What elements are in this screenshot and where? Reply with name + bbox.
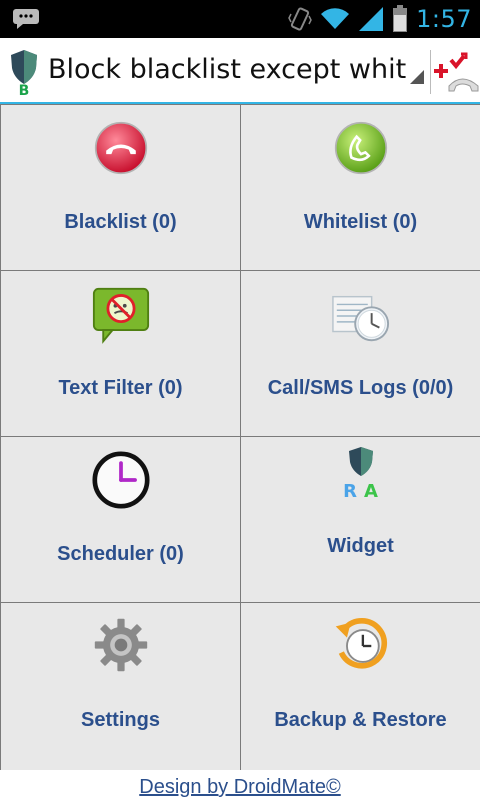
wifi-icon <box>321 8 350 30</box>
tile-label: Text Filter (0) <box>58 377 183 399</box>
clock-icon <box>91 451 150 509</box>
status-bar: 1:57 <box>0 0 480 38</box>
tile-whitelist[interactable]: Whitelist (0) <box>240 104 480 271</box>
tile-label: Call/SMS Logs (0/0) <box>267 377 454 399</box>
app-shield-icon[interactable]: B <box>8 48 40 96</box>
tile-label: Backup & Restore <box>274 709 447 731</box>
tile-text-filter[interactable]: Text Filter (0) <box>0 270 241 437</box>
tile-scheduler[interactable]: Scheduler (0) <box>0 436 241 603</box>
add-block-call-icon[interactable] <box>432 50 480 96</box>
vibrate-icon <box>288 7 312 31</box>
action-bar: B Block blacklist except whitelist <box>0 38 480 104</box>
tile-widget[interactable]: R A Widget <box>240 436 480 603</box>
status-clock: 1:57 <box>416 5 472 33</box>
signal-icon <box>359 7 384 31</box>
tile-label: Whitelist (0) <box>303 211 418 233</box>
log-clock-icon <box>331 295 389 342</box>
spinner-arrow-icon <box>410 70 424 84</box>
tile-backup-restore[interactable]: Backup & Restore <box>240 602 480 771</box>
footer-credit-link[interactable]: Design by DroidMate© <box>139 776 340 798</box>
action-bar-divider <box>430 50 431 94</box>
app-logo-letter: B <box>19 83 30 96</box>
tile-label: Widget <box>327 535 394 557</box>
svg-text:R: R <box>343 481 357 502</box>
green-phone-icon <box>334 121 387 175</box>
tile-settings[interactable]: Settings <box>0 602 241 771</box>
notification-chat-icon <box>13 9 39 29</box>
gear-icon <box>94 618 147 672</box>
red-phone-icon <box>94 121 147 175</box>
svg-text:A: A <box>364 481 378 502</box>
backup-clock-icon <box>335 617 387 669</box>
mode-selector-spinner[interactable]: Block blacklist except whitelist <box>48 54 406 85</box>
tile-label: Scheduler (0) <box>57 543 184 565</box>
tile-blacklist[interactable]: Blacklist (0) <box>0 104 241 271</box>
main-menu-grid: Blacklist (0) Whitelist (0) Text Filter … <box>0 104 480 771</box>
battery-icon <box>393 5 408 32</box>
sms-blocked-icon <box>92 287 149 344</box>
widget-shield-icon: R A <box>343 447 378 502</box>
footer: Design by DroidMate© <box>0 770 480 800</box>
tile-label: Blacklist (0) <box>64 211 177 233</box>
tile-label: Settings <box>81 709 160 731</box>
tile-call-sms-logs[interactable]: Call/SMS Logs (0/0) <box>240 270 480 437</box>
